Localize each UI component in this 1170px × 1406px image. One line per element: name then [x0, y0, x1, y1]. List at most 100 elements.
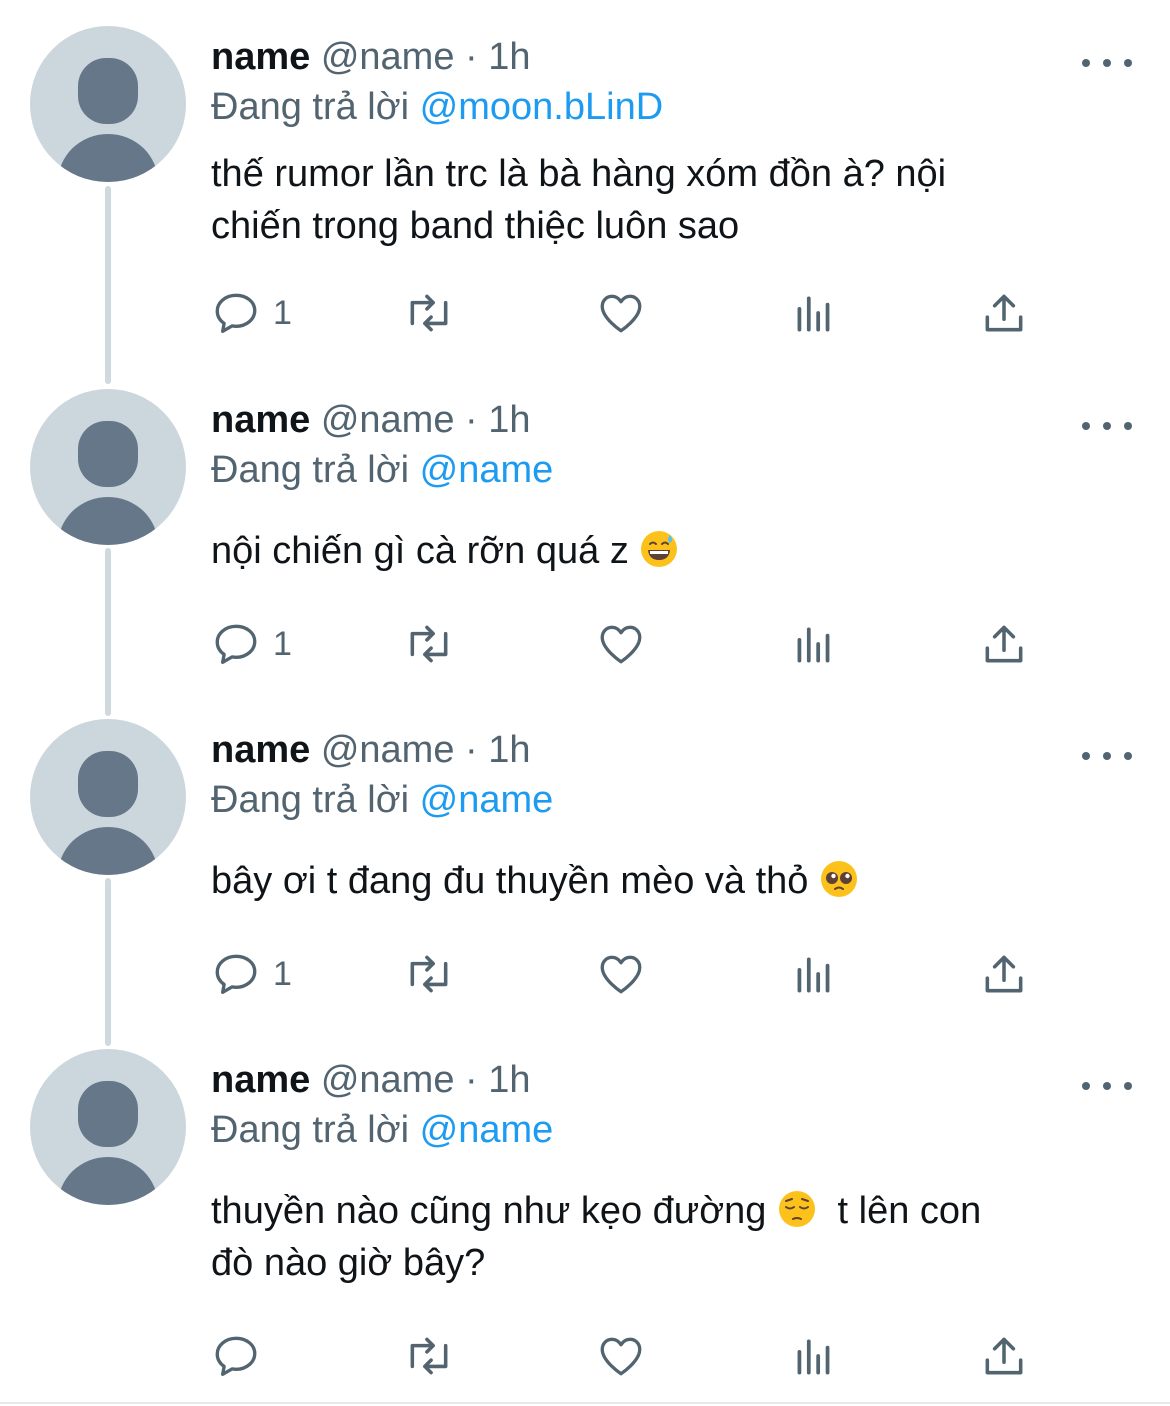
heart-icon [600, 1337, 642, 1376]
reply-count: 1 [273, 293, 292, 332]
share-icon [985, 955, 1023, 993]
timestamp[interactable]: 1h [488, 1059, 530, 1101]
default-profile-icon [58, 58, 158, 182]
retweet-button[interactable] [401, 288, 457, 338]
tweet-header: name @name · 1h [211, 34, 531, 80]
like-button[interactable] [596, 288, 646, 338]
display-name[interactable]: name [211, 729, 310, 771]
grinning-face-with-sweat-emoji [641, 531, 678, 567]
heart-icon [600, 955, 642, 994]
user-handle[interactable]: @name [321, 36, 455, 78]
mention-link[interactable]: @name [420, 449, 554, 491]
tweet[interactable]: name @name · 1h Đang trả lời @name thuyề… [0, 1049, 1170, 1389]
mention-link[interactable]: @moon.bLinD [420, 86, 663, 128]
reply-button[interactable]: 1 [211, 288, 292, 338]
separator-dot: · [465, 399, 478, 441]
action-bar: 1 [211, 619, 1051, 669]
tweet-text: thuyền nào cũng như kẹo đường t lên con … [211, 1185, 1111, 1289]
views-button[interactable] [789, 619, 839, 669]
reply-icon [215, 1336, 257, 1376]
share-button[interactable] [979, 288, 1029, 338]
tweet-text-line: thế rumor lần trc là bà hàng xóm đồn à? … [211, 153, 947, 195]
display-name[interactable]: name [211, 1059, 310, 1101]
tweet-text-line: nội chiến gì cà rỡn quá z [211, 530, 629, 572]
avatar[interactable] [30, 389, 186, 545]
user-handle[interactable]: @name [321, 729, 455, 771]
share-button[interactable] [979, 949, 1029, 999]
like-button[interactable] [596, 619, 646, 669]
replying-to: Đang trả lời @name [211, 777, 553, 823]
divider [0, 1402, 1170, 1404]
separator-dot: · [465, 729, 478, 771]
default-profile-icon [58, 1081, 158, 1205]
reply-button[interactable]: 1 [211, 949, 292, 999]
tweet[interactable]: name @name · 1h Đang trả lời @name bây ơ… [0, 719, 1170, 1019]
avatar[interactable] [30, 719, 186, 875]
retweet-button[interactable] [401, 949, 457, 999]
separator-dot: · [465, 36, 478, 78]
user-handle[interactable]: @name [321, 399, 455, 441]
avatar[interactable] [30, 1049, 186, 1205]
pleading-face-emoji [821, 861, 857, 897]
action-bar: 1 [211, 288, 1051, 338]
tweet-header: name @name · 1h [211, 397, 531, 443]
retweet-button[interactable] [401, 619, 457, 669]
reply-count: 1 [273, 624, 292, 663]
views-button[interactable] [789, 949, 839, 999]
views-icon [797, 1339, 830, 1375]
replying-to: Đang trả lời @name [211, 1107, 553, 1153]
like-button[interactable] [596, 1331, 646, 1381]
replying-to: Đang trả lời @moon.bLinD [211, 84, 663, 130]
share-button[interactable] [979, 1331, 1029, 1381]
user-handle[interactable]: @name [321, 1059, 455, 1101]
replying-to-label: Đang trả lời [211, 86, 410, 128]
tweet-text: thế rumor lần trc là bà hàng xóm đồn à? … [211, 148, 1111, 252]
share-button[interactable] [979, 619, 1029, 669]
replying-to-label: Đang trả lời [211, 449, 410, 491]
views-icon [797, 957, 830, 993]
heart-icon [600, 625, 642, 664]
separator-dot: · [465, 1059, 478, 1101]
like-button[interactable] [596, 949, 646, 999]
tweet[interactable]: name @name · 1h Đang trả lời @moon.bLinD… [0, 26, 1170, 356]
default-profile-icon [58, 751, 158, 875]
avatar[interactable] [30, 26, 186, 182]
more-icon[interactable] [1082, 411, 1132, 441]
views-button[interactable] [789, 1331, 839, 1381]
views-button[interactable] [789, 288, 839, 338]
default-profile-icon [58, 421, 158, 545]
pensive-face-emoji [778, 1191, 815, 1227]
replying-to: Đang trả lời @name [211, 447, 553, 493]
tweet-text-line: bây ơi t đang đu thuyền mèo và thỏ [211, 860, 809, 902]
reply-icon [215, 624, 257, 664]
replying-to-label: Đang trả lời [211, 1109, 410, 1151]
mention-link[interactable]: @name [420, 779, 554, 821]
retweet-button[interactable] [401, 1331, 457, 1381]
retweet-icon [410, 1337, 448, 1375]
mention-link[interactable]: @name [420, 1109, 554, 1151]
tweet[interactable]: name @name · 1h Đang trả lời @name nội c… [0, 389, 1170, 689]
timestamp[interactable]: 1h [488, 729, 530, 771]
tweet-header: name @name · 1h [211, 727, 531, 773]
display-name[interactable]: name [211, 36, 310, 78]
tweet-text: nội chiến gì cà rỡn quá z [211, 525, 1111, 577]
views-icon [797, 627, 830, 663]
action-bar: 1 [211, 949, 1051, 999]
more-icon[interactable] [1082, 741, 1132, 771]
tweet-text-line: thuyền nào cũng như kẹo đường [211, 1190, 767, 1232]
retweet-icon [410, 625, 448, 663]
replying-to-label: Đang trả lời [211, 779, 410, 821]
views-icon [797, 296, 830, 332]
tweet-header: name @name · 1h [211, 1057, 531, 1103]
tweet-text-line: chiến trong band thiệc luôn sao [211, 205, 740, 247]
timestamp[interactable]: 1h [488, 399, 530, 441]
timestamp[interactable]: 1h [488, 36, 530, 78]
reply-button[interactable] [211, 1331, 273, 1381]
reply-icon [215, 293, 257, 333]
reply-count: 1 [273, 954, 292, 993]
tweet-text-line: t lên con [837, 1190, 982, 1232]
reply-button[interactable]: 1 [211, 619, 292, 669]
display-name[interactable]: name [211, 399, 310, 441]
more-icon[interactable] [1082, 1071, 1132, 1101]
more-icon[interactable] [1082, 48, 1132, 78]
